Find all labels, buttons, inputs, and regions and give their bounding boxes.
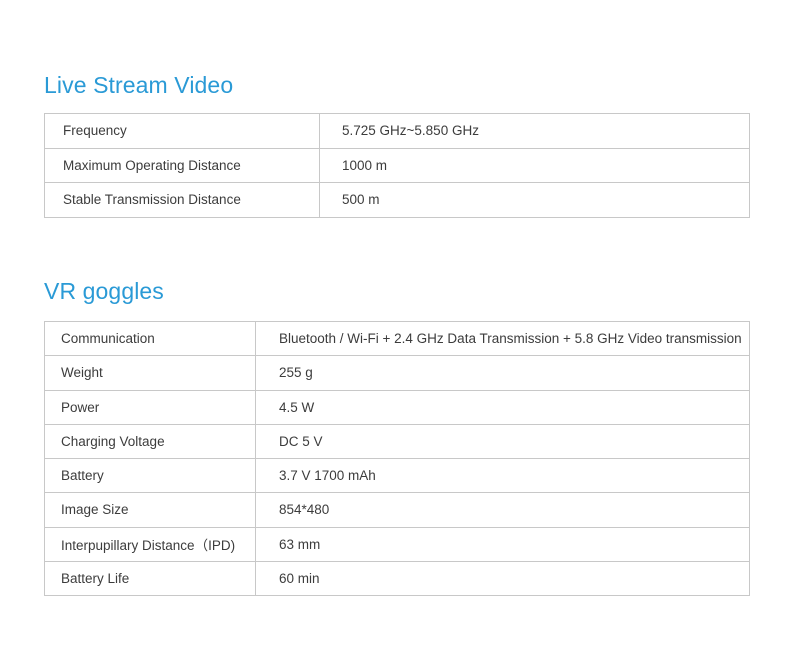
spec-value: 255 g	[255, 355, 750, 391]
table-row: Battery Life 60 min	[44, 560, 750, 597]
spec-value: 500 m	[319, 182, 750, 218]
spec-label: Weight	[44, 355, 256, 391]
spec-value: 60 min	[255, 560, 750, 597]
spec-value: 854*480	[255, 492, 750, 528]
spec-label: Interpupillary Distance（IPD)	[44, 526, 256, 562]
section-title-live-stream-video: Live Stream Video	[44, 72, 234, 98]
spec-label: Maximum Operating Distance	[44, 147, 320, 183]
spec-value: 4.5 W	[255, 389, 750, 425]
spec-label: Image Size	[44, 492, 256, 528]
spec-value: 5.725 GHz~5.850 GHz	[319, 113, 750, 149]
spec-label: Power	[44, 389, 256, 425]
spec-value: 63 mm	[255, 526, 750, 562]
table-row: Maximum Operating Distance 1000 m	[44, 147, 750, 183]
spec-value: DC 5 V	[255, 423, 750, 460]
spec-value: Bluetooth / Wi-Fi + 2.4 GHz Data Transmi…	[255, 320, 750, 357]
table-row: Weight 255 g	[44, 355, 750, 391]
live-stream-spec-table: Frequency 5.725 GHz~5.850 GHz Maximum Op…	[44, 113, 750, 218]
table-row: Image Size 854*480	[44, 492, 750, 528]
table-row: Interpupillary Distance（IPD) 63 mm	[44, 526, 750, 562]
table-row: Communication Bluetooth / Wi-Fi + 2.4 GH…	[44, 320, 750, 357]
spec-label: Stable Transmission Distance	[44, 182, 320, 218]
table-row: Frequency 5.725 GHz~5.850 GHz	[44, 113, 750, 149]
table-row: Charging Voltage DC 5 V	[44, 423, 750, 460]
spec-label: Charging Voltage	[44, 423, 256, 460]
vr-goggles-spec-table: Communication Bluetooth / Wi-Fi + 2.4 GH…	[44, 320, 750, 597]
section-title-vr-goggles: VR goggles	[44, 278, 164, 304]
spec-value: 3.7 V 1700 mAh	[255, 457, 750, 494]
spec-label: Battery Life	[44, 560, 256, 597]
spec-label: Frequency	[44, 113, 320, 149]
table-row: Battery 3.7 V 1700 mAh	[44, 457, 750, 494]
table-row: Stable Transmission Distance 500 m	[44, 182, 750, 218]
spec-value: 1000 m	[319, 147, 750, 183]
spec-label: Battery	[44, 457, 256, 494]
table-row: Power 4.5 W	[44, 389, 750, 425]
spec-label: Communication	[44, 320, 256, 357]
